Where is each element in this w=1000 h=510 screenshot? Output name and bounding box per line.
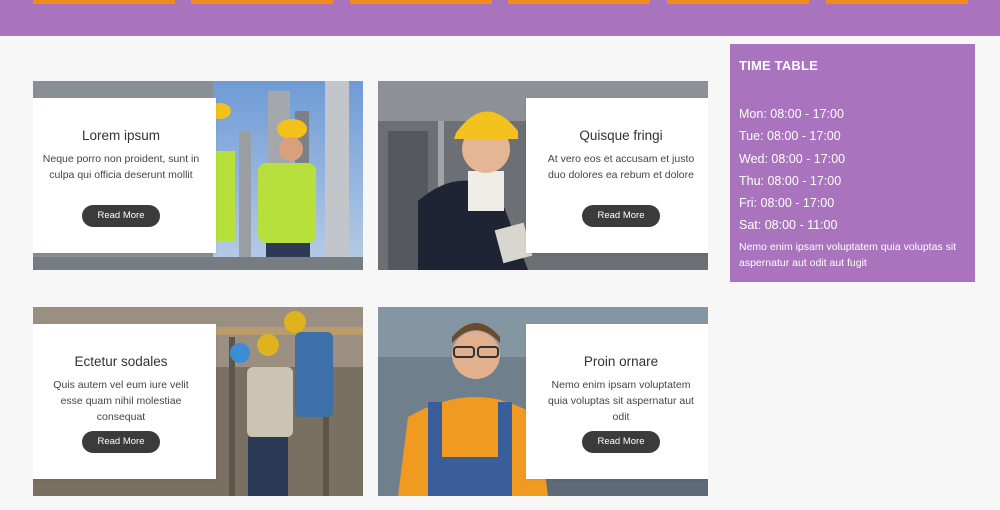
service-card: Lorem ipsum Neque porro non proident, su… <box>33 81 363 270</box>
nav-tab[interactable] <box>33 0 175 4</box>
card-description: Nemo enim ipsam voluptatem quia voluptas… <box>548 379 694 423</box>
nav-tab[interactable] <box>667 0 809 4</box>
service-card: Proin ornare Nemo enim ipsam voluptatem … <box>378 307 708 496</box>
service-card: Ectetur sodales Quis autem vel eum iure … <box>33 307 363 496</box>
card-title: Quisque fringi <box>579 128 663 143</box>
hours-row-fri: Fri: 08:00 - 17:00 <box>739 196 835 211</box>
hours-row-sat: Sat: 08:00 - 11:00 <box>739 218 838 233</box>
read-more-button[interactable]: Read More <box>82 205 160 227</box>
nav-tab[interactable] <box>191 0 333 4</box>
service-card: Quisque fringi At vero eos et accusam et… <box>378 81 708 270</box>
hours-row-thu: Thu: 08:00 - 17:00 <box>739 173 842 188</box>
hours-row-mon: Mon: 08:00 - 17:00 <box>739 107 844 121</box>
top-nav-bar <box>0 0 1000 36</box>
card-text-panel: Lorem ipsum Neque porro non proident, su… <box>33 98 216 253</box>
hours-row-wed: Wed: 08:00 - 17:00 <box>739 151 846 166</box>
read-more-button[interactable]: Read More <box>82 431 160 453</box>
card-title: Ectetur sodales <box>74 354 168 369</box>
card-text-panel: Ectetur sodales Quis autem vel eum iure … <box>33 324 216 479</box>
card-description: At vero eos et accusam et justo duo dolo… <box>547 153 695 181</box>
time-table-widget: TIME TABLE Mon: 08:00 - 17:00 Tue: 08:00… <box>730 44 975 282</box>
card-title: Proin ornare <box>583 354 659 369</box>
time-table-title: TIME TABLE <box>739 58 819 73</box>
nav-tab[interactable] <box>826 0 968 4</box>
read-more-button[interactable]: Read More <box>582 431 660 453</box>
hours-row-tue: Tue: 08:00 - 17:00 <box>739 129 841 144</box>
nav-tab[interactable] <box>350 0 492 4</box>
time-table-note: Nemo enim ipsam voluptatem quia voluptas… <box>739 240 957 269</box>
card-description: Quis autem vel eum iure velit esse quam … <box>53 379 189 423</box>
read-more-button[interactable]: Read More <box>582 205 660 227</box>
nav-tab[interactable] <box>508 0 650 4</box>
card-text-panel: Quisque fringi At vero eos et accusam et… <box>526 98 708 253</box>
card-description: Neque porro non proident, sunt in culpa … <box>42 153 200 181</box>
card-title: Lorem ipsum <box>81 128 161 143</box>
card-text-panel: Proin ornare Nemo enim ipsam voluptatem … <box>526 324 708 479</box>
